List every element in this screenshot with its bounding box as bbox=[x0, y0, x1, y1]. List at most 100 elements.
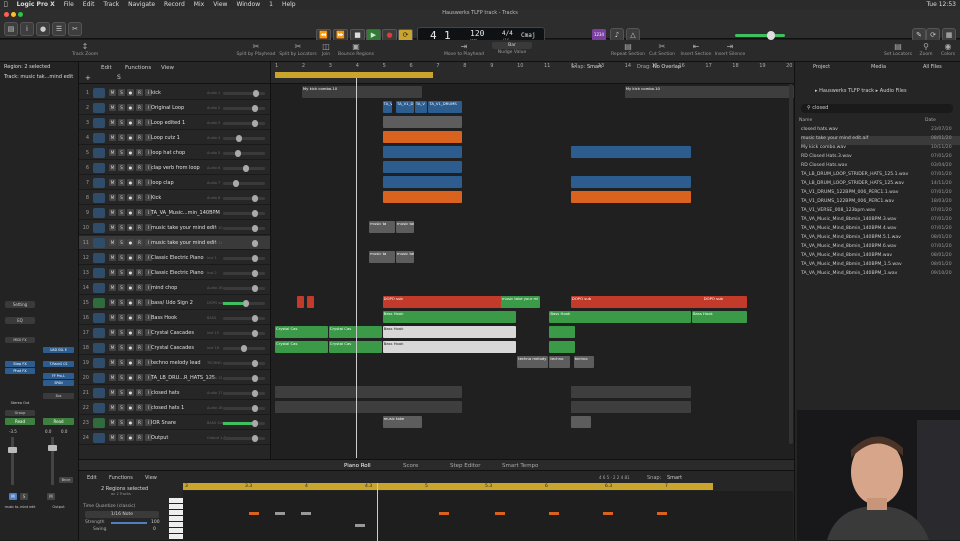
track-input-monitor-button[interactable]: R bbox=[136, 419, 143, 426]
track-solo-button[interactable]: S bbox=[118, 299, 125, 306]
track-mute-button[interactable]: M bbox=[109, 89, 116, 96]
bounce-regions-tool[interactable]: ▣ Bounce Regions bbox=[334, 42, 378, 57]
track-volume-knob[interactable] bbox=[251, 240, 258, 247]
menu-track[interactable]: Track bbox=[103, 1, 119, 8]
track-mute-button[interactable]: M bbox=[109, 239, 116, 246]
track-record-button[interactable]: ● bbox=[127, 389, 134, 396]
track-row[interactable]: 11 M S ● R Imusic take your mind edit Audio 11 bbox=[79, 236, 270, 250]
track-mute-button[interactable]: M bbox=[109, 164, 116, 171]
tab-step-editor[interactable]: Step Editor bbox=[450, 463, 481, 469]
region[interactable] bbox=[275, 386, 463, 398]
timeline-ruler[interactable]: Snap: Smart Drag: No Overlap 1 2 3 4 5 6 7 8 9 10… bbox=[271, 62, 795, 84]
track-solo-button[interactable]: S bbox=[118, 329, 125, 336]
output-mute-button[interactable]: M bbox=[47, 493, 55, 500]
region[interactable] bbox=[570, 401, 691, 413]
track-volume-knob[interactable] bbox=[234, 150, 241, 157]
track-volume-slider[interactable] bbox=[223, 105, 265, 112]
track-row[interactable]: 19 M S ● R Itechno melody lead TECHNO bbox=[79, 356, 270, 370]
track-record-button[interactable]: ● bbox=[127, 284, 134, 291]
track-record-button[interactable]: ● bbox=[127, 269, 134, 276]
midi-note[interactable] bbox=[355, 524, 365, 527]
track-solo-button[interactable]: S bbox=[118, 254, 125, 261]
region[interactable]: Crystal Cas bbox=[275, 341, 328, 353]
track-input-monitor-button[interactable]: R bbox=[136, 329, 143, 336]
arrange-scrollbar[interactable] bbox=[789, 84, 793, 444]
minimize-window-button[interactable] bbox=[11, 12, 16, 17]
track-input-monitor-button[interactable]: R bbox=[136, 389, 143, 396]
midi-note[interactable] bbox=[439, 512, 449, 515]
track-row[interactable]: 20 M S ● R I TA_LB_DRU...R_HATS_125 Audio 12 bbox=[79, 371, 270, 385]
mute-button[interactable]: M bbox=[9, 493, 17, 500]
track-mute-button[interactable]: M bbox=[109, 359, 116, 366]
track-volume-slider[interactable] bbox=[223, 210, 265, 217]
menu-file[interactable]: File bbox=[64, 1, 74, 8]
add-track-button[interactable]: + bbox=[85, 74, 91, 82]
track-mute-button[interactable]: M bbox=[109, 119, 116, 126]
track-row[interactable]: 8 M S ● R I Kick Audio 8 bbox=[79, 191, 270, 205]
track-row[interactable]: 13 M S ● R I Classic Electric Piano Inst 2 bbox=[79, 266, 270, 280]
track-volume-slider[interactable] bbox=[223, 285, 265, 292]
region[interactable] bbox=[549, 341, 576, 353]
track-record-button[interactable]: ● bbox=[127, 209, 134, 216]
track-record-button[interactable]: ● bbox=[127, 239, 134, 246]
track-mute-button[interactable]: M bbox=[109, 224, 116, 231]
track-volume-knob[interactable] bbox=[251, 225, 258, 232]
track-input-monitor-button[interactable]: R bbox=[136, 239, 143, 246]
menu-help[interactable]: Help bbox=[282, 1, 296, 8]
output-fader[interactable] bbox=[48, 437, 57, 485]
track-solo-button[interactable]: S bbox=[118, 149, 125, 156]
track-row[interactable]: 24 M S ● R I Output Output 1-2 bbox=[79, 431, 270, 445]
region[interactable] bbox=[307, 296, 315, 308]
track-solo-button[interactable]: S bbox=[118, 419, 125, 426]
help-button[interactable]: i bbox=[20, 22, 34, 36]
track-row[interactable]: 6 M S ● R Iclap verb from loop Audio 6 bbox=[79, 161, 270, 175]
track-volume-slider[interactable] bbox=[223, 375, 265, 382]
track-solo-button[interactable]: S bbox=[118, 389, 125, 396]
tracks-plugin-slot[interactable]: T-RackS CS bbox=[43, 361, 74, 367]
track-input-monitor-button[interactable]: R bbox=[136, 374, 143, 381]
menu-navigate[interactable]: Navigate bbox=[128, 1, 155, 8]
file-list-item[interactable]: TA_VA_Music_Mind_8bmin_140BPM_1.wav 09/10… bbox=[801, 271, 960, 280]
track-mute-button[interactable]: M bbox=[109, 179, 116, 186]
file-list-item[interactable]: TA_V1_DRUMS_122BPM_006_PERC1.1.wav 07/01/… bbox=[801, 190, 960, 199]
track-input-monitor-button[interactable]: R bbox=[136, 134, 143, 141]
track-mute-button[interactable]: M bbox=[109, 374, 116, 381]
track-mute-button[interactable]: M bbox=[109, 434, 116, 441]
track-volume-slider[interactable] bbox=[223, 90, 265, 97]
track-volume-slider[interactable] bbox=[223, 120, 265, 127]
output-fader-knob[interactable] bbox=[48, 445, 57, 451]
track-input-monitor-button[interactable]: R bbox=[136, 164, 143, 171]
region[interactable] bbox=[570, 386, 691, 398]
track-volume-slider[interactable] bbox=[223, 360, 265, 367]
track-volume-knob[interactable] bbox=[251, 420, 258, 427]
track-record-button[interactable]: ● bbox=[127, 194, 134, 201]
file-list-item[interactable]: closed hats.wav 23/07/20 bbox=[801, 127, 960, 136]
menu-record[interactable]: Record bbox=[164, 1, 185, 8]
track-solo-button[interactable]: S bbox=[118, 194, 125, 201]
track-volume-slider[interactable] bbox=[223, 240, 265, 247]
file-list-item[interactable]: TA_LB_DRUM_LOOP_STRIDER_HATS_125.wav 14/1… bbox=[801, 181, 960, 190]
file-list-item[interactable]: TA_VA_Music_Mind_8bmin_140BPM_1.5.wav 08/… bbox=[801, 262, 960, 271]
track-solo-button[interactable]: S bbox=[118, 209, 125, 216]
track-mute-button[interactable]: M bbox=[109, 254, 116, 261]
region[interactable]: My kick combo.10 bbox=[624, 86, 812, 98]
editor-playhead[interactable] bbox=[377, 483, 378, 541]
region[interactable]: DOPO sub bbox=[382, 296, 517, 308]
track-row[interactable]: 9 M S ● R I TA_VA_Music...min_140BPM Audio 9 bbox=[79, 206, 270, 220]
browser-tab-media[interactable]: Media bbox=[871, 64, 886, 70]
playhead[interactable] bbox=[355, 78, 357, 458]
send-slot[interactable]: Bus bbox=[43, 393, 74, 399]
midi-note[interactable] bbox=[275, 512, 285, 515]
track-mute-button[interactable]: M bbox=[109, 104, 116, 111]
track-volume-slider[interactable] bbox=[223, 195, 265, 202]
track-volume-slider[interactable] bbox=[223, 390, 265, 397]
output-button[interactable]: Stereo Out bbox=[3, 401, 37, 407]
region[interactable] bbox=[275, 401, 463, 413]
file-list-item[interactable]: TA_VA_Music_Mind_8bmin_140BPM.6.wav 07/01… bbox=[801, 244, 960, 253]
track-volume-knob[interactable] bbox=[242, 300, 249, 307]
track-s-button[interactable]: S bbox=[117, 74, 121, 81]
editor-view-menu[interactable]: View bbox=[145, 475, 157, 481]
track-mute-button[interactable]: M bbox=[109, 419, 116, 426]
track-input-monitor-button[interactable]: R bbox=[136, 284, 143, 291]
track-volume-slider[interactable] bbox=[223, 165, 265, 172]
